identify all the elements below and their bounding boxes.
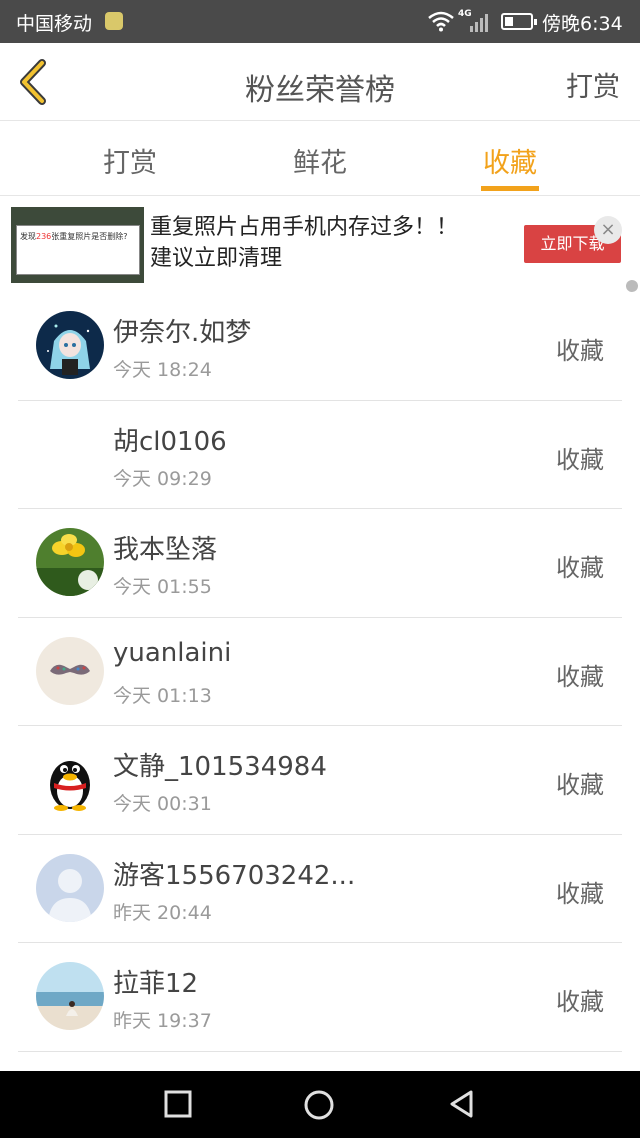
list-item[interactable]: yuanlaini 今天 01:13 收藏	[0, 618, 640, 726]
action-label: 收藏	[556, 879, 604, 908]
action-label: 收藏	[556, 445, 604, 474]
timestamp: 今天 18:24	[113, 359, 212, 381]
home-circle-icon[interactable]	[303, 1089, 335, 1121]
ad-thumbnail-text-suffix: 张重复照片是否删除?	[51, 232, 128, 241]
list-item[interactable]: 胡cl0106 今天 09:29 收藏	[0, 401, 640, 509]
reward-button[interactable]: 打赏	[566, 65, 620, 104]
avatar	[36, 853, 104, 922]
carrier-badge-icon	[105, 12, 123, 30]
top-app-bar: 粉丝荣誉榜 打赏	[0, 43, 640, 121]
tab-bar: 打赏 鲜花 收藏	[0, 121, 640, 196]
status-bar: 中国移动 4G 傍晚6:34	[0, 0, 640, 43]
ad-text-line1: 重复照片占用手机内存过多！！	[150, 215, 459, 240]
action-label: 收藏	[556, 337, 604, 365]
ad-banner[interactable]: 发现236张重复照片是否删除? 重复照片占用手机内存过多！！ 建议立即清理 立即…	[0, 197, 640, 291]
carrier-name: 中国移动	[16, 13, 93, 35]
battery-level	[505, 17, 513, 26]
avatar	[36, 636, 104, 705]
clock: 傍晚6:34	[542, 13, 623, 35]
beach-avatar-icon	[36, 962, 104, 1030]
list-item[interactable]: 我本坠落 今天 01:55 收藏	[0, 509, 640, 618]
user-name: yuanlaini	[113, 637, 232, 668]
ad-info-icon	[626, 280, 638, 292]
timestamp: 今天 09:29	[113, 467, 212, 490]
recents-square-icon[interactable]	[163, 1089, 193, 1119]
ad-text-line2: 建议立即清理	[150, 246, 283, 271]
list-item[interactable]: 文静_101534984 今天 00:31 收藏	[0, 726, 640, 835]
mustache-avatar-icon	[36, 636, 104, 705]
timestamp: 今天 01:55	[113, 576, 212, 598]
timestamp: 今天 01:13	[113, 684, 212, 707]
tab-reward[interactable]: 打赏	[70, 141, 190, 180]
ad-thumbnail-text: 发现	[20, 232, 36, 241]
system-nav-bar	[0, 1071, 640, 1138]
ad-thumbnail-count: 236	[36, 232, 52, 241]
user-name: 我本坠落	[113, 535, 218, 565]
timestamp: 昨天 20:44	[113, 901, 212, 924]
list-item[interactable]: 伊奈尔.如梦 今天 18:24 收藏	[0, 292, 640, 401]
tab-flowers[interactable]: 鲜花	[260, 141, 380, 180]
list-item[interactable]: 游客1556703242... 昨天 20:44 收藏	[0, 835, 640, 943]
user-name: 文静_101534984	[113, 752, 327, 782]
avatar	[36, 528, 104, 596]
battery-icon	[501, 13, 537, 30]
favorites-list: 伊奈尔.如梦 今天 18:24 收藏 胡cl0106 今天 09:29 收藏 我…	[0, 292, 640, 1052]
action-label: 收藏	[556, 988, 604, 1016]
penguin-avatar-icon	[36, 745, 104, 813]
flower-avatar-icon	[36, 528, 104, 596]
avatar	[36, 311, 104, 379]
user-name: 胡cl0106	[113, 426, 227, 457]
user-name: 伊奈尔.如梦	[113, 318, 252, 348]
close-icon[interactable]: ×	[594, 216, 622, 244]
list-item[interactable]: 拉菲12 昨天 19:37 收藏	[0, 943, 640, 1052]
divider	[18, 1050, 622, 1052]
ad-text: 重复照片占用手机内存过多！！ 建议立即清理	[150, 212, 458, 274]
back-triangle-icon[interactable]	[447, 1089, 477, 1119]
user-name: 拉菲12	[113, 969, 199, 999]
timestamp: 昨天 19:37	[113, 1010, 212, 1032]
ad-thumbnail-dialog: 发现236张重复照片是否删除?	[16, 225, 140, 275]
action-label: 收藏	[556, 554, 604, 582]
anime-avatar-icon	[36, 311, 104, 379]
user-name: 游客1556703242...	[113, 860, 356, 891]
page-title: 粉丝荣誉榜	[245, 73, 395, 108]
default-user-avatar-icon	[36, 853, 104, 922]
timestamp: 今天 00:31	[113, 793, 212, 815]
signal-icon	[470, 14, 488, 32]
avatar	[36, 962, 104, 1030]
tab-favorites[interactable]: 收藏	[450, 141, 570, 180]
active-tab-indicator	[481, 186, 539, 191]
action-label: 收藏	[556, 771, 604, 799]
ad-thumbnail: 发现236张重复照片是否删除?	[11, 207, 144, 283]
action-label: 收藏	[556, 662, 604, 691]
wifi-icon	[428, 11, 454, 32]
avatar	[36, 745, 104, 813]
